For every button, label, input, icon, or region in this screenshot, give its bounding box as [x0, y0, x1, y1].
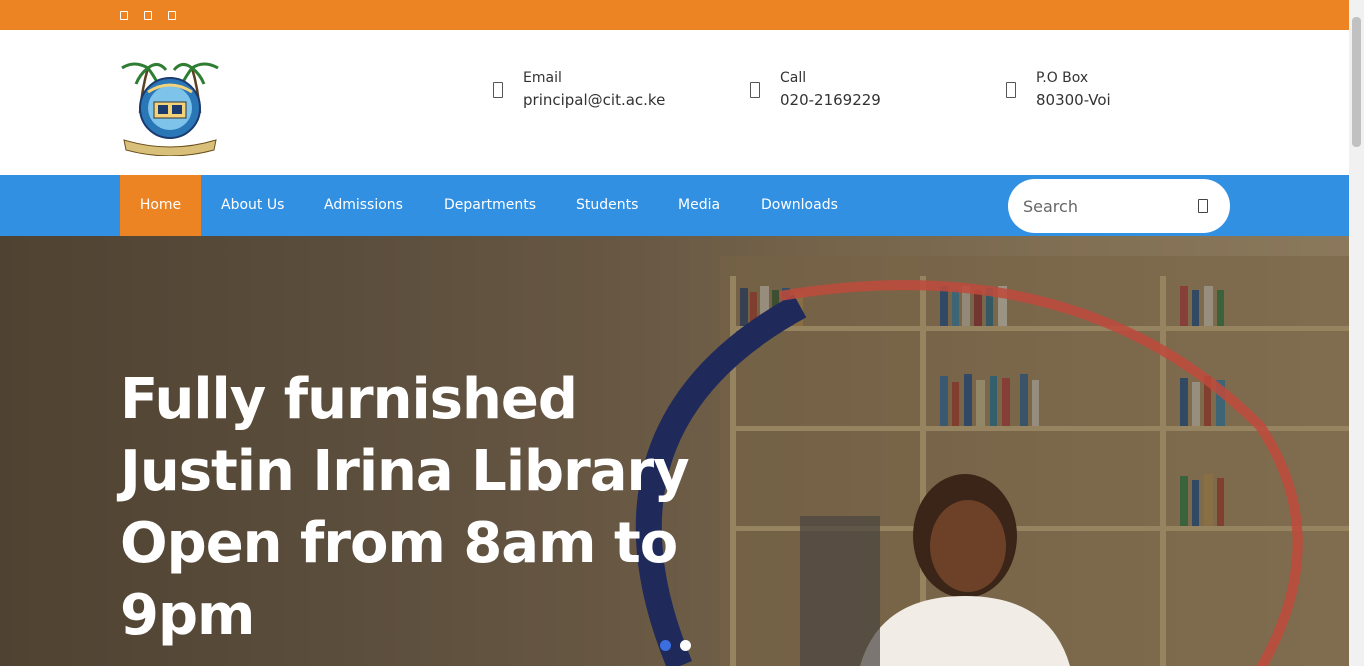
nav-item-about-us[interactable]: About Us: [221, 175, 284, 236]
phone-label: Call: [780, 70, 807, 86]
search-icon[interactable]: [1198, 199, 1208, 213]
email-value[interactable]: principal@cit.ac.ke: [523, 91, 665, 109]
email-label: Email: [523, 70, 562, 86]
phone-icon: [750, 82, 760, 98]
hero-slider: Fully furnished Justin Irina Library Ope…: [0, 236, 1349, 666]
po-box-value: 80300-Voi: [1036, 91, 1111, 109]
nav-item-downloads[interactable]: Downloads: [761, 175, 838, 236]
twitter-icon[interactable]: [144, 11, 152, 20]
nav-item-home[interactable]: Home: [120, 175, 201, 236]
nav-item-media[interactable]: Media: [678, 175, 720, 236]
site-header: Email principal@cit.ac.ke Call 020-21692…: [0, 30, 1349, 175]
student-image: [800, 474, 1070, 666]
main-nav: Home About Us Admissions Departments Stu…: [0, 175, 1349, 236]
nav-item-students[interactable]: Students: [576, 175, 638, 236]
nav-item-departments[interactable]: Departments: [444, 175, 536, 236]
slide-dot-2[interactable]: [680, 640, 691, 651]
page-scrollbar[interactable]: [1349, 0, 1364, 666]
slide-dot-1[interactable]: [660, 640, 671, 651]
top-bar: [0, 0, 1349, 30]
location-icon: [1006, 82, 1016, 98]
nav-item-admissions[interactable]: Admissions: [324, 175, 403, 236]
hero-title: Fully furnished Justin Irina Library Ope…: [120, 367, 690, 648]
envelope-icon: [493, 82, 503, 98]
college-logo[interactable]: [118, 58, 222, 156]
search-box: [1008, 179, 1230, 233]
scrollbar-thumb[interactable]: [1352, 17, 1361, 147]
instagram-icon[interactable]: [168, 11, 176, 20]
po-box-label: P.O Box: [1036, 70, 1089, 86]
search-input[interactable]: [1023, 193, 1183, 219]
phone-value[interactable]: 020-2169229: [780, 91, 881, 109]
facebook-icon[interactable]: [120, 11, 128, 20]
